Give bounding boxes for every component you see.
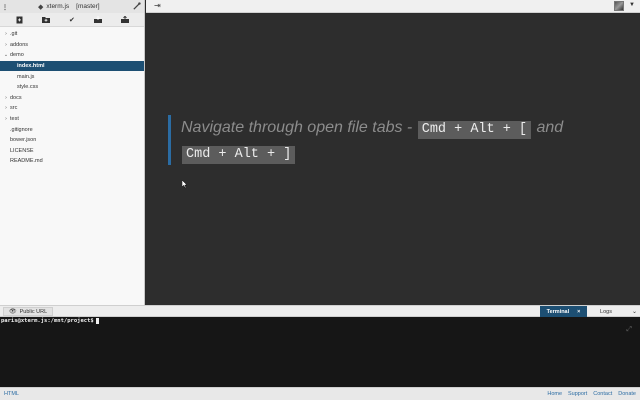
sign-in-icon[interactable]: ⇥ [154, 1, 161, 10]
checkmark-icon[interactable]: ✔ [67, 15, 77, 25]
upload-icon[interactable] [120, 15, 130, 25]
link-home[interactable]: Home [547, 391, 562, 397]
project-icon: ◆ [38, 3, 44, 11]
caret-down-icon[interactable]: ▼ [629, 2, 635, 8]
tree-label: bower.json [10, 137, 37, 144]
panel-tab-bar: 👁 Public URL Terminal × Logs ⌄ [0, 305, 640, 317]
chevron-down-icon[interactable]: ⌄ [632, 306, 637, 317]
link-donate[interactable]: Donate [618, 391, 636, 397]
status-bar: HTML Home Support Contact Donate [0, 387, 640, 400]
tab-logs-label: Logs [600, 308, 612, 315]
tree-label: .gitignore [10, 126, 33, 133]
hint-text: Navigate through open file tabs - [181, 119, 413, 136]
tree-label: demo [10, 52, 24, 59]
tree-item-readme[interactable]: README.md [0, 156, 144, 167]
project-title[interactable]: ◆ xterm.js [master] [10, 3, 130, 11]
terminal-panel[interactable]: paris@xterm.js:/mnt/project$ ⤢ [0, 317, 640, 387]
tree-item-gitignore[interactable]: .gitignore [0, 124, 144, 135]
prompt-text: paris@xterm.js:/mnt/project$ [1, 318, 94, 324]
tree-label: docs [10, 94, 22, 101]
link-contact[interactable]: Contact [593, 391, 612, 397]
chevron-right-icon[interactable]: › [2, 31, 10, 37]
language-mode[interactable]: HTML [4, 391, 19, 397]
shortcut-key-next: Cmd + Alt + ] [182, 146, 296, 164]
file-toolbar: ✔ [0, 13, 144, 27]
footer-links: Home Support Contact Donate [547, 391, 636, 397]
tree-item-docs[interactable]: › docs [0, 93, 144, 104]
download-icon[interactable] [93, 15, 103, 25]
tab-terminal[interactable]: Terminal × [540, 306, 587, 317]
link-support[interactable]: Support [568, 391, 587, 397]
chevron-right-icon[interactable]: › [2, 105, 10, 111]
tree-item-style-css[interactable]: style.css [0, 82, 144, 93]
tree-label: README.md [10, 158, 43, 165]
tab-terminal-label: Terminal [546, 308, 570, 315]
chevron-right-icon[interactable]: › [2, 116, 10, 122]
terminal-prompt: paris@xterm.js:/mnt/project$ [1, 318, 99, 324]
main-header: ⇥ ▼ [146, 0, 640, 13]
tree-item-src[interactable]: › src [0, 103, 144, 114]
project-name: xterm.js [46, 3, 70, 10]
tree-item-license[interactable]: LICENSE [0, 146, 144, 157]
mouse-cursor-icon [181, 176, 188, 189]
close-icon[interactable]: × [577, 309, 580, 315]
tree-item-index-html[interactable]: index.html [0, 60, 144, 72]
tree-label: test [10, 116, 19, 123]
sidebar-header: ⋮ ◆ xterm.js [master] [0, 0, 144, 13]
wrench-icon[interactable] [130, 1, 144, 12]
chevron-down-icon[interactable]: ⌄ [2, 52, 10, 58]
tree-label: .git [10, 31, 18, 38]
branch-label: [master] [76, 3, 100, 10]
expand-icon[interactable]: ⤢ [626, 326, 632, 334]
eye-icon: 👁 [9, 309, 17, 315]
tree-item-addons[interactable]: › addons [0, 40, 144, 51]
app-window: ⋮ ◆ xterm.js [master] ✔ › .git › addons … [0, 0, 640, 400]
tree-label: src [10, 105, 18, 112]
tree-item-bower-json[interactable]: bower.json [0, 135, 144, 146]
tree-label: addons [10, 41, 29, 48]
chevron-right-icon[interactable]: › [2, 95, 10, 101]
hint-join: and [536, 119, 564, 136]
tree-item-main-js[interactable]: main.js [0, 71, 144, 82]
tab-logs[interactable]: Logs [590, 306, 622, 317]
avatar[interactable] [614, 1, 624, 11]
public-url-label: Public URL [19, 308, 48, 315]
terminal-cursor [95, 318, 99, 324]
chevron-right-icon[interactable]: › [2, 42, 10, 48]
shortcut-key-prev: Cmd + Alt + [ [417, 121, 532, 139]
public-url-button[interactable]: 👁 Public URL [3, 307, 54, 316]
new-folder-icon[interactable] [41, 15, 51, 25]
file-tree: › .git › addons ⌄ demo index.html main.js s… [0, 27, 144, 167]
tree-label: main.js [17, 73, 35, 80]
menu-dots-icon[interactable]: ⋮ [0, 3, 10, 11]
tree-item-test[interactable]: › test [0, 114, 144, 125]
sidebar: ⋮ ◆ xterm.js [master] ✔ › .git › addons … [0, 0, 145, 305]
editor-area[interactable]: Navigate through open file tabs - Cmd + … [146, 14, 640, 305]
tree-label: index.html [17, 63, 45, 70]
new-file-icon[interactable] [14, 15, 24, 25]
tree-item-demo[interactable]: ⌄ demo [0, 50, 144, 61]
tree-label: style.css [17, 84, 39, 91]
shortcut-hint: Navigate through open file tabs - Cmd + … [168, 115, 588, 165]
tree-label: LICENSE [10, 147, 34, 154]
tree-item-git[interactable]: › .git [0, 29, 144, 40]
